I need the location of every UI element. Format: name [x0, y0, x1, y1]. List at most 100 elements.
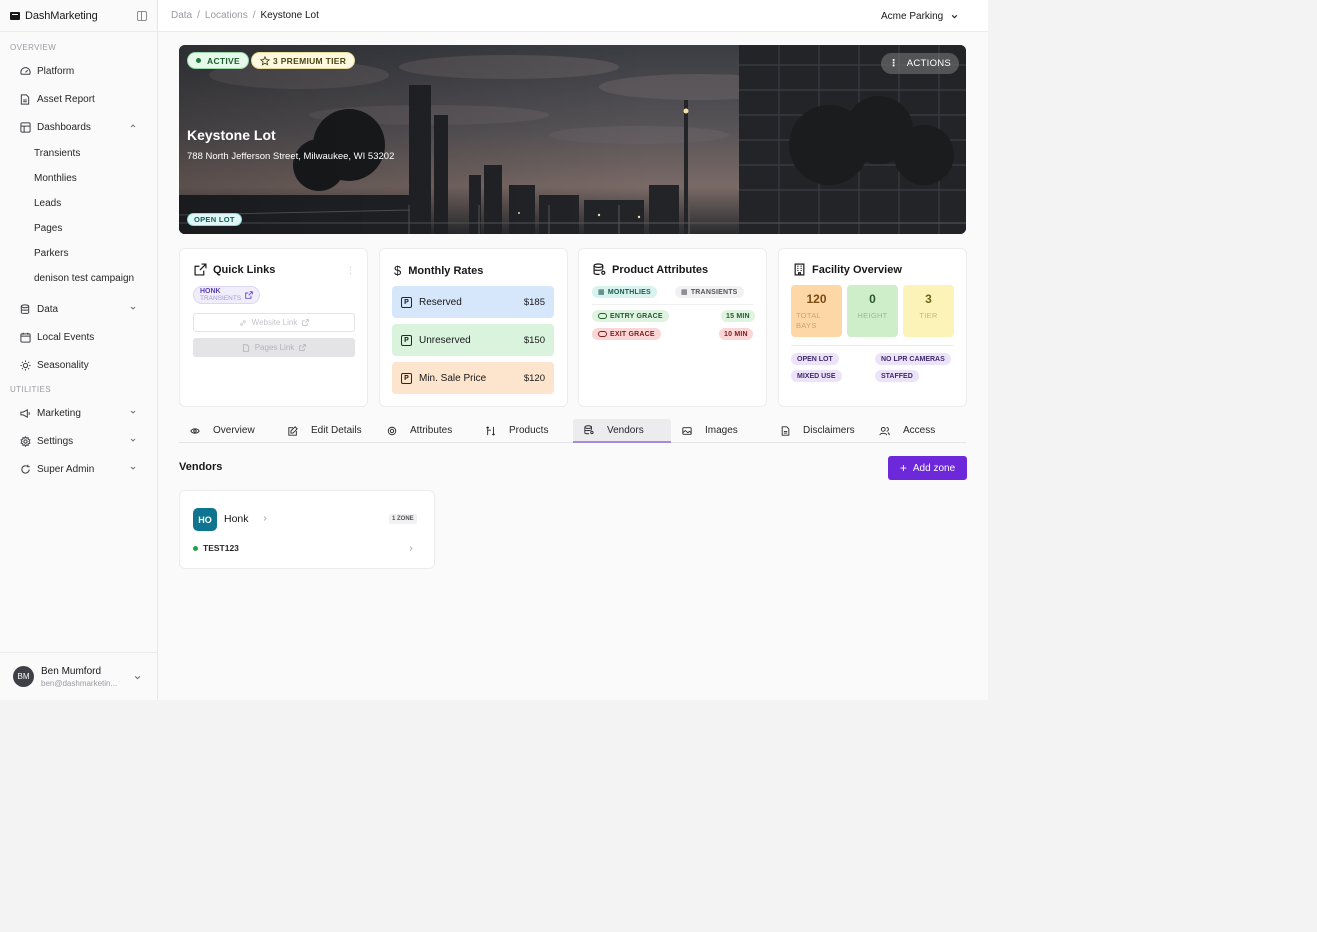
exit-grace-value: 10 MIN: [719, 328, 753, 340]
rate-amount: $120: [523, 372, 545, 384]
tab-label: Images: [705, 425, 738, 436]
stat-label: TIER: [919, 311, 938, 320]
product-tag-monthlies: ▦ MONTHLIES: [592, 286, 657, 298]
vendor-zone-row[interactable]: TEST123: [193, 543, 239, 553]
edit-icon: [288, 425, 298, 436]
exit-grace-tag: EXIT GRACE: [592, 328, 661, 340]
breadcrumb-link[interactable]: Data: [171, 10, 192, 21]
rate-label: Reserved: [419, 296, 462, 308]
tab-label: Access: [903, 425, 936, 436]
stat-value: 120: [806, 292, 827, 306]
sidebar-item-label: Dashboards: [37, 121, 91, 133]
sidebar-item-local-events[interactable]: Local Events: [0, 323, 157, 351]
facility-tag: OPEN LOT: [791, 353, 839, 365]
sidebar-sub-item[interactable]: denison test campaign: [0, 266, 157, 291]
quick-links-card: Quick Links ⋮ HONK TRANSIENTS Website Li…: [179, 248, 368, 407]
breadcrumb-link[interactable]: Locations: [205, 10, 248, 21]
tab-attributes[interactable]: Attributes: [387, 419, 452, 442]
tab-label: Products: [509, 425, 549, 436]
calendar-icon: [19, 331, 31, 343]
arrows-icon: [486, 426, 496, 435]
org-switcher[interactable]: Acme Parking: [881, 0, 958, 32]
users-icon: [879, 426, 890, 435]
link-icon: [239, 319, 246, 326]
chevron-down-icon: [130, 410, 136, 414]
tab-edit-details[interactable]: Edit Details: [288, 419, 362, 442]
rate-row-unreserved: P Unreserved $150: [392, 324, 554, 356]
gear-icon: [19, 435, 31, 447]
sidebar-item-dashboards[interactable]: Dashboards: [0, 113, 157, 141]
card-title: Facility Overview: [793, 263, 902, 276]
tab-images[interactable]: Images: [682, 419, 738, 442]
image-icon: [682, 426, 692, 435]
sidebar-sub-item[interactable]: Parkers: [0, 241, 157, 266]
external-link-icon: [302, 319, 310, 326]
status-dot-icon: [193, 545, 198, 551]
sidebar-item-asset-report[interactable]: Asset Report: [0, 85, 157, 113]
sidebar-sub-item[interactable]: Transients: [0, 141, 157, 166]
database-settings-icon: [593, 263, 606, 275]
tab-products[interactable]: Products: [486, 419, 548, 442]
sidebar-item-label: Super Admin: [37, 463, 95, 475]
sun-icon: [19, 359, 31, 371]
sidebar-item-seasonality[interactable]: Seasonality: [0, 351, 157, 379]
rate-label: Min. Sale Price: [419, 372, 487, 384]
toggle-icon: [598, 331, 607, 337]
tab-disclaimers[interactable]: Disclaimers: [781, 419, 855, 442]
vendor-link-name: HONK: [200, 288, 221, 295]
sidebar-sub-item[interactable]: Monthlies: [0, 166, 157, 191]
sidebar-item-settings[interactable]: Settings: [0, 427, 157, 455]
sidebar-item-label: Marketing: [37, 407, 81, 419]
add-zone-button[interactable]: + Add zone: [888, 456, 967, 480]
sidebar-item-marketing[interactable]: Marketing: [0, 399, 157, 427]
product-tag-label: MONTHLIES: [607, 288, 651, 296]
card-title-label: Quick Links: [213, 263, 276, 276]
sidebar-item-data[interactable]: Data: [0, 295, 157, 323]
tab-access[interactable]: Access: [879, 419, 935, 442]
refresh-icon: [19, 463, 31, 475]
website-link-label: Website Link: [251, 318, 298, 327]
location-tabs: Overview Edit Details Attributes Product…: [179, 419, 966, 443]
chevron-down-icon: [130, 438, 136, 442]
breadcrumb-separator: /: [197, 10, 200, 21]
location-hero: ACTIVE 3 PREMIUM TIER ⋮ ACTIONS Keystone…: [179, 45, 966, 234]
sidebar-collapse-icon[interactable]: [137, 11, 147, 21]
stat-label: TOTAL BAYS: [796, 311, 821, 330]
chevron-right-icon: [263, 516, 267, 521]
sidebar-sub-item[interactable]: Pages: [0, 216, 157, 241]
brand[interactable]: DashMarketing: [0, 0, 157, 32]
product-tag-transients: ▦ TRANSIENTS: [675, 286, 744, 298]
sidebar-sub-item[interactable]: Leads: [0, 191, 157, 216]
kebab-icon[interactable]: ⋮: [346, 265, 355, 276]
plus-icon: +: [899, 461, 907, 475]
sidebar-item-platform[interactable]: Platform: [0, 57, 157, 85]
tab-vendors[interactable]: Vendors: [573, 419, 671, 443]
chevron-down-icon: [134, 675, 141, 680]
vendor-avatar: HO: [193, 508, 217, 531]
parking-icon: P: [401, 372, 412, 384]
tab-label: Edit Details: [311, 425, 362, 436]
pages-link-button[interactable]: Pages Link: [193, 338, 355, 357]
section-label-utilities: UTILITIES: [10, 384, 51, 394]
layout-icon: [19, 121, 31, 133]
status-badge-label: ACTIVE: [207, 55, 240, 66]
user-menu[interactable]: BM Ben Mumford ben@dashmarketin...: [0, 652, 158, 700]
website-link-button[interactable]: Website Link: [193, 313, 355, 332]
chevron-right-icon[interactable]: [408, 545, 414, 552]
actions-button[interactable]: ⋮ ACTIONS: [881, 53, 959, 74]
calendar-icon: ▦: [681, 289, 688, 296]
sidebar-item-label: Local Events: [37, 331, 95, 343]
stat-height: 0 HEIGHT: [847, 285, 898, 337]
tab-overview[interactable]: Overview: [190, 419, 255, 442]
breadcrumb-current: Keystone Lot: [260, 10, 319, 21]
vendor-name[interactable]: Honk: [224, 513, 249, 525]
facility-overview-card: Facility Overview 120 TOTAL BAYS 0 HEIGH…: [778, 248, 967, 407]
sidebar-item-label: Settings: [37, 435, 74, 447]
facility-tag: NO LPR CAMERAS: [875, 353, 951, 365]
user-name: Ben Mumford: [41, 665, 102, 677]
sidebar-item-super-admin[interactable]: Super Admin: [0, 455, 157, 483]
external-link-icon: [299, 344, 307, 351]
vendor-link-chip[interactable]: HONK TRANSIENTS: [193, 286, 261, 304]
sidebar-item-label: Platform: [37, 65, 75, 77]
vendor-card[interactable]: HO Honk 1 ZONE TEST123: [179, 490, 435, 569]
